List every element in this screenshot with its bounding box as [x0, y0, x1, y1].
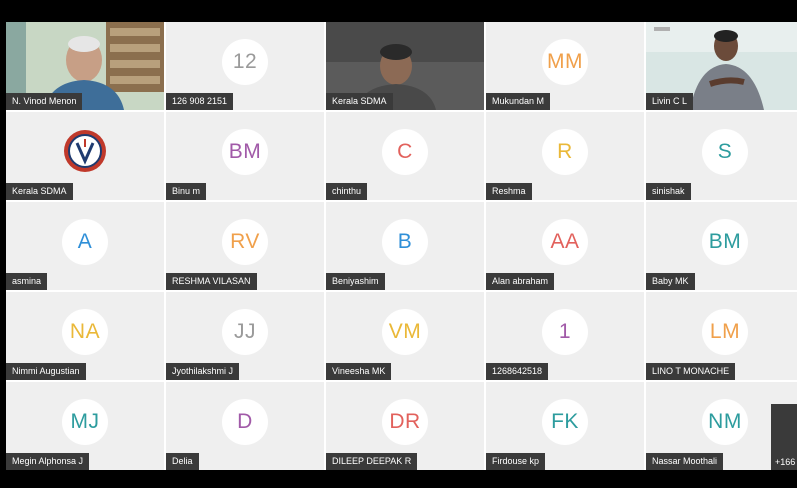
participant-tile[interactable]: D Delia: [166, 382, 324, 470]
participant-name: Vineesha MK: [326, 363, 392, 380]
participant-tile[interactable]: AA Alan abraham: [486, 202, 644, 290]
bottom-bar: [0, 470, 797, 488]
participant-tile-kerala-sdma-logo[interactable]: Kerala SDMA: [6, 112, 164, 200]
participant-name: DILEEP DEEPAK R: [326, 453, 418, 470]
kerala-sdma-logo: [64, 130, 106, 172]
participant-tile[interactable]: VM Vineesha MK: [326, 292, 484, 380]
participant-avatar: MJ: [62, 399, 108, 445]
participant-grid: N. Vinod Menon 12 126 908 2151 Kerala SD…: [6, 22, 797, 470]
participant-name: Binu m: [166, 183, 207, 200]
participant-tile[interactable]: BM Binu m: [166, 112, 324, 200]
participant-avatar: VM: [382, 309, 428, 355]
participant-avatar: 12: [222, 39, 268, 85]
participant-avatar: LM: [702, 309, 748, 355]
participant-tile[interactable]: MJ Megin Alphonsa J: [6, 382, 164, 470]
participant-tile[interactable]: LM LINO T MONACHE: [646, 292, 797, 380]
participant-tile-vinod-menon[interactable]: N. Vinod Menon: [6, 22, 164, 110]
participant-tile[interactable]: C chinthu: [326, 112, 484, 200]
participant-avatar: RV: [222, 219, 268, 265]
participant-name: Delia: [166, 453, 199, 470]
participant-tile[interactable]: RV RESHMA VILASAN: [166, 202, 324, 290]
participant-avatar: FK: [542, 399, 588, 445]
participant-name: chinthu: [326, 183, 368, 200]
participant-tile[interactable]: NA Nimmi Augustian: [6, 292, 164, 380]
participant-name: Kerala SDMA: [6, 183, 73, 200]
participant-avatar: NA: [62, 309, 108, 355]
participant-name: Megin Alphonsa J: [6, 453, 90, 470]
participant-name: Nimmi Augustian: [6, 363, 86, 380]
participant-tile-kerala-sdma-video[interactable]: Kerala SDMA: [326, 22, 484, 110]
participant-tile[interactable]: DR DILEEP DEEPAK R: [326, 382, 484, 470]
participant-tile[interactable]: A asmina: [6, 202, 164, 290]
participant-name: Beniyashim: [326, 273, 385, 290]
participant-avatar: C: [382, 129, 428, 175]
participant-tile[interactable]: B Beniyashim: [326, 202, 484, 290]
participant-tile[interactable]: MM Mukundan M: [486, 22, 644, 110]
participant-avatar: S: [702, 129, 748, 175]
participant-avatar: NM: [702, 399, 748, 445]
participant-tile[interactable]: 1 1268642518: [486, 292, 644, 380]
participant-name: N. Vinod Menon: [6, 93, 83, 110]
participant-name: Kerala SDMA: [326, 93, 393, 110]
participant-avatar: MM: [542, 39, 588, 85]
participant-name: sinishak: [646, 183, 691, 200]
participant-name: Nassar Moothali: [646, 453, 724, 470]
participant-name: 1268642518: [486, 363, 549, 380]
participant-name: Firdouse kp: [486, 453, 546, 470]
participant-tile[interactable]: R Reshma: [486, 112, 644, 200]
participant-tile[interactable]: JJ Jyothilakshmi J: [166, 292, 324, 380]
participant-avatar: D: [222, 399, 268, 445]
participant-name: LINO T MONACHE: [646, 363, 736, 380]
participant-name: 126 908 2151: [166, 93, 234, 110]
participant-tile[interactable]: S sinishak: [646, 112, 797, 200]
participant-name: Alan abraham: [486, 273, 555, 290]
participant-name: asmina: [6, 273, 48, 290]
top-bar: [0, 0, 797, 22]
participant-name: Mukundan M: [486, 93, 551, 110]
participant-avatar: 1: [542, 309, 588, 355]
participant-avatar: BM: [222, 129, 268, 175]
participant-name: RESHMA VILASAN: [166, 273, 257, 290]
participant-name: Jyothilakshmi J: [166, 363, 240, 380]
participant-tile[interactable]: FK Firdouse kp: [486, 382, 644, 470]
participant-tile[interactable]: BM Baby MK: [646, 202, 797, 290]
more-participants-count: +166: [775, 457, 796, 467]
participant-avatar: DR: [382, 399, 428, 445]
participant-avatar: JJ: [222, 309, 268, 355]
participant-name: Reshma: [486, 183, 532, 200]
participant-name: Baby MK: [646, 273, 695, 290]
participant-tile-livin[interactable]: Livin C L: [646, 22, 797, 110]
participant-avatar: BM: [702, 219, 748, 265]
participant-tile[interactable]: 12 126 908 2151: [166, 22, 324, 110]
participant-avatar: R: [542, 129, 588, 175]
participant-avatar: A: [62, 219, 108, 265]
participant-avatar: B: [382, 219, 428, 265]
participant-avatar: AA: [542, 219, 588, 265]
participant-name: Livin C L: [646, 93, 694, 110]
